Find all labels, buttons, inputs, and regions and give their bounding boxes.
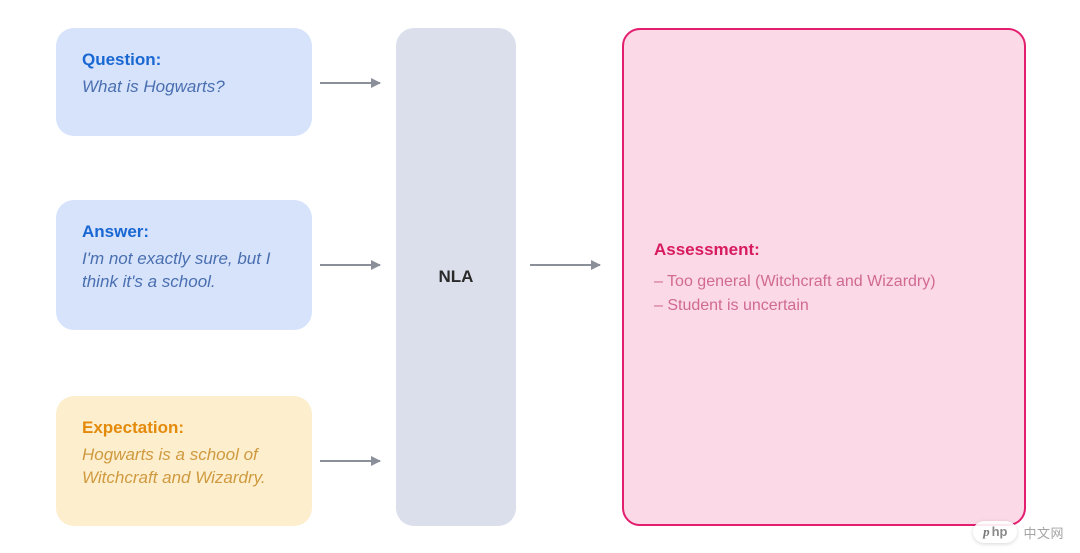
- arrow-expectation-to-nla: [320, 460, 380, 462]
- nla-label: NLA: [439, 267, 474, 287]
- expectation-card: Expectation: Hogwarts is a school of Wit…: [56, 396, 312, 526]
- expectation-body: Hogwarts is a school of Witchcraft and W…: [82, 444, 286, 490]
- assessment-title: Assessment:: [654, 240, 994, 260]
- arrow-answer-to-nla: [320, 264, 380, 266]
- arrow-nla-to-assessment: [530, 264, 600, 266]
- answer-body: I'm not exactly sure, but I think it's a…: [82, 248, 286, 294]
- expectation-title: Expectation:: [82, 418, 286, 438]
- answer-title: Answer:: [82, 222, 286, 242]
- diagram-canvas: Question: What is Hogwarts? Answer: I'm …: [0, 0, 1080, 553]
- arrow-question-to-nla: [320, 82, 380, 84]
- watermark-tail: 中文网: [1023, 523, 1064, 542]
- answer-card: Answer: I'm not exactly sure, but I thin…: [56, 200, 312, 330]
- assessment-item-1: – Student is uncertain: [654, 294, 994, 318]
- question-card: Question: What is Hogwarts?: [56, 28, 312, 136]
- watermark-logo: php: [973, 521, 1017, 543]
- watermark-hp: hp: [992, 524, 1008, 539]
- assessment-item-0: – Too general (Witchcraft and Wizardry): [654, 270, 994, 294]
- question-title: Question:: [82, 50, 286, 70]
- assessment-card: Assessment: – Too general (Witchcraft an…: [622, 28, 1026, 526]
- watermark: php 中文网: [973, 521, 1064, 543]
- nla-processor: NLA: [396, 28, 516, 526]
- question-body: What is Hogwarts?: [82, 76, 286, 99]
- watermark-p: p: [983, 524, 990, 540]
